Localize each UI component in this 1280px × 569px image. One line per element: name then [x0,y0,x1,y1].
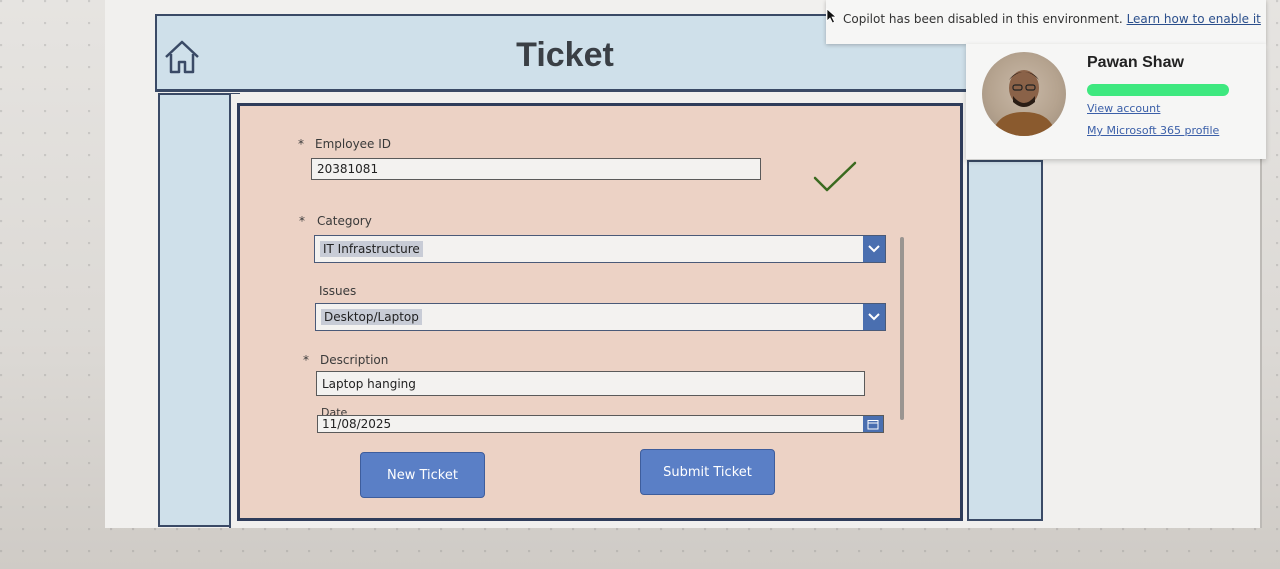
issues-chevron[interactable] [863,304,885,330]
copilot-notification-banner: Copilot has been disabled in this enviro… [826,0,1266,44]
checkmark-icon [813,161,857,192]
employee-id-value: 20381081 [317,162,379,176]
date-picker-button[interactable] [863,416,883,432]
new-ticket-button[interactable]: New Ticket [360,452,485,498]
form-scrollbar[interactable] [900,237,904,420]
redaction-highlight [1087,84,1229,96]
copilot-message: Copilot has been disabled in this enviro… [843,12,1261,26]
employee-id-label: Employee ID [315,137,392,151]
left-side-panel [158,93,240,527]
category-chevron[interactable] [863,236,885,262]
description-required-marker: * [303,353,309,367]
date-value: 11/08/2025 [322,417,392,431]
m365-profile-link[interactable]: My Microsoft 365 profile [1087,124,1219,137]
avatar[interactable] [982,52,1066,136]
employee-id-input[interactable]: 20381081 [311,158,761,180]
user-name: Pawan Shaw [1087,54,1184,71]
issues-label: Issues [319,284,357,298]
profile-card: Pawan Shaw View account My Microsoft 365… [966,44,1266,159]
category-label: Category [317,214,372,228]
copilot-message-text: Copilot has been disabled in this enviro… [843,12,1123,26]
chevron-down-icon [868,245,880,253]
chevron-down-icon [868,313,880,321]
description-input[interactable]: Laptop hanging [316,371,865,396]
mouse-cursor-icon [826,8,838,24]
right-side-panel [967,160,1043,521]
date-picker-input[interactable]: 11/08/2025 [317,415,884,433]
copilot-enable-link[interactable]: Learn how to enable it [1127,12,1261,26]
issues-dropdown[interactable]: Desktop/Laptop [315,303,886,331]
employee-id-required-marker: * [298,137,304,151]
category-dropdown[interactable]: IT Infrastructure [314,235,886,263]
category-required-marker: * [299,214,305,228]
submit-ticket-button[interactable]: Submit Ticket [640,449,775,495]
calendar-icon [867,419,879,429]
issues-selected-value: Desktop/Laptop [321,309,422,325]
category-selected-value: IT Infrastructure [320,241,423,257]
description-label: Description [320,353,389,367]
user-photo [992,70,1056,136]
view-account-link[interactable]: View account [1087,102,1160,115]
description-value: Laptop hanging [322,377,416,391]
